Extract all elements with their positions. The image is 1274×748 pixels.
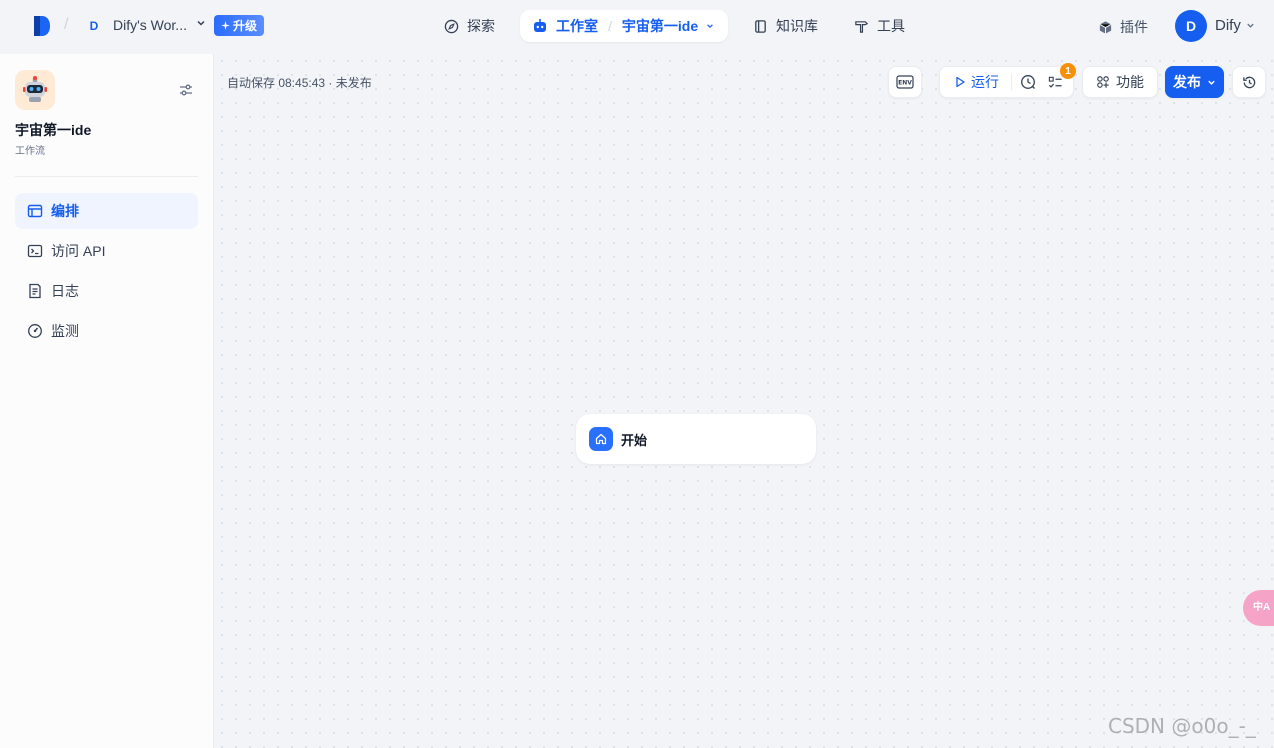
sliders-settings-icon[interactable] (178, 82, 194, 98)
robot-icon (534, 19, 546, 32)
app-name: 宇宙第一ide (15, 122, 92, 138)
translate-floating-button[interactable]: 中A (1243, 590, 1274, 626)
nav-knowledge[interactable]: 知识库 (741, 10, 830, 42)
chevron-down-icon[interactable] (196, 18, 206, 28)
sidebar-item-orchestrate[interactable]: 编排 (15, 193, 198, 229)
file-list-icon (29, 283, 41, 299)
features-button[interactable]: 功能 (1082, 66, 1158, 98)
sidebar-item-monitoring[interactable]: 监测 (15, 313, 198, 349)
nav-tools[interactable]: 工具 (842, 10, 917, 42)
divider (15, 176, 198, 177)
divider (1011, 74, 1012, 90)
watermark: CSDN @o0o_-_ (1108, 714, 1256, 738)
run-label: 运行 (971, 74, 999, 90)
upgrade-label: 升级 (233, 19, 258, 33)
nav-studio-label: 工作室 (556, 18, 598, 34)
publish-button[interactable]: 发布 (1165, 66, 1224, 98)
sidebar-item-logs[interactable]: 日志 (15, 273, 198, 309)
autosave-status: 自动保存 08:45:43 · 未发布 (227, 76, 372, 90)
play-icon (956, 76, 965, 88)
current-app-switcher[interactable]: 宇宙第一ide (622, 16, 698, 36)
features-label: 功能 (1116, 74, 1144, 90)
home-icon (589, 427, 613, 451)
sidebar-item-label: 监测 (51, 323, 79, 339)
start-node-label: 开始 (621, 432, 648, 448)
dify-logo-icon[interactable] (30, 14, 54, 38)
plugins-label: 插件 (1120, 19, 1148, 35)
sparkle-icon (221, 21, 230, 30)
history-icon (1242, 76, 1255, 88)
run-history-icon[interactable] (1020, 74, 1036, 90)
sidebar-item-api[interactable]: 访问 API (15, 233, 198, 269)
dashboard-icon (28, 324, 42, 338)
sidebar-item-label: 日志 (51, 283, 79, 299)
workspace-switcher[interactable]: Dify's Wor... (113, 17, 187, 33)
version-history-button[interactable] (1232, 66, 1266, 98)
nav-explore[interactable]: 探索 (432, 10, 507, 42)
app-sidebar: 宇宙第一ide 工作流 编排 访问 API 日志 监测 (0, 54, 214, 748)
checklist-badge: 1 (1060, 63, 1076, 79)
book-icon (755, 19, 766, 33)
app-type: 工作流 (15, 146, 45, 157)
nav-explore-label: 探索 (467, 18, 495, 34)
start-node[interactable]: 开始 (576, 414, 816, 464)
env-variables-button[interactable]: ENV (888, 66, 922, 98)
grid-plus-icon (1097, 76, 1109, 88)
cube-icon (1099, 20, 1112, 34)
nav-studio[interactable]: 工作室 / 宇宙第一ide (520, 10, 728, 42)
nav-knowledge-label: 知识库 (776, 18, 818, 34)
env-icon: ENV (896, 75, 914, 89)
chevron-down-icon[interactable] (1246, 21, 1255, 30)
nav-tools-label: 工具 (877, 18, 905, 34)
app-icon (15, 70, 55, 110)
user-avatar[interactable]: D (1175, 10, 1207, 42)
plugins-link[interactable]: 插件 (1098, 17, 1148, 37)
publish-label: 发布 (1173, 74, 1201, 90)
breadcrumb-separator: / (608, 18, 612, 34)
terminal-icon (27, 244, 43, 258)
layout-icon (27, 204, 43, 218)
robot-icon (23, 76, 47, 102)
top-navigation-bar: / D Dify's Wor... 升级 探索 工作室 / 宇宙第一ide 知识… (0, 0, 1274, 54)
checklist-icon[interactable] (1048, 75, 1063, 90)
compass-icon (444, 19, 459, 33)
sidebar-item-label: 编排 (51, 203, 79, 219)
workspace-avatar[interactable]: D (84, 16, 104, 36)
sidebar-menu: 编排 访问 API 日志 监测 (15, 193, 198, 353)
workflow-canvas[interactable]: 自动保存 08:45:43 · 未发布 ENV 运行 1 功能 发布 开始 (215, 54, 1274, 748)
hammer-icon (855, 20, 869, 33)
upgrade-button[interactable]: 升级 (214, 15, 265, 36)
run-toolbar-group: 运行 (939, 66, 1074, 98)
chevron-down-icon (1208, 80, 1215, 85)
breadcrumb-separator: / (64, 16, 69, 33)
sidebar-item-label: 访问 API (51, 243, 106, 259)
run-button[interactable]: 运行 (954, 72, 999, 92)
user-name[interactable]: Dify (1215, 17, 1241, 34)
env-label: ENV (898, 80, 912, 87)
chevron-down-icon[interactable] (706, 22, 714, 30)
